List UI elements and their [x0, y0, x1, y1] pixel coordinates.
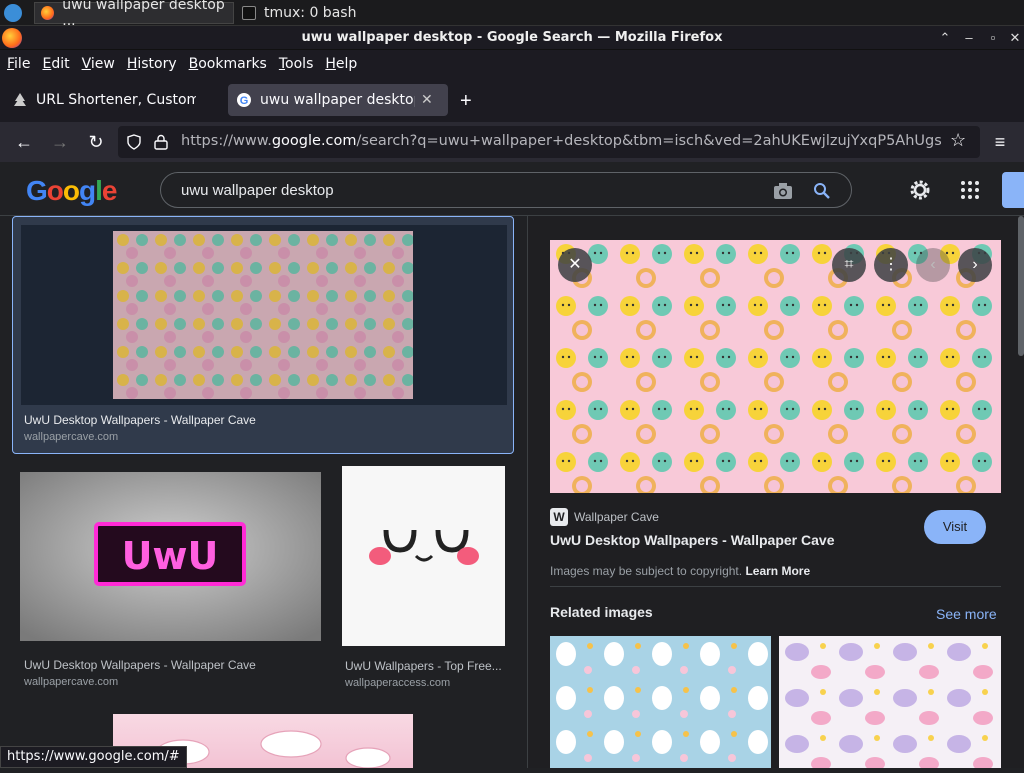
menu-tools[interactable]: Tools	[279, 56, 314, 72]
result-title[interactable]: UwU Desktop Wallpapers - Wallpaper Cave	[20, 658, 322, 672]
result-image-frame	[21, 225, 507, 405]
lens-search-icon[interactable]: ⌗	[832, 248, 866, 282]
menu-edit[interactable]: Edit	[42, 56, 69, 72]
gear-icon[interactable]	[908, 178, 932, 202]
tab-bar: URL Shortener, Custom Do G uwu wallpaper…	[0, 78, 1024, 122]
result-card[interactable]: UwU UwU Desktop Wallpapers - Wallpaper C…	[20, 472, 322, 688]
os-taskbar: uwu wallpaper desktop ... tmux: 0 bash	[0, 0, 1024, 29]
google-icon: G	[237, 93, 251, 107]
google-logo[interactable]: Google	[26, 175, 117, 207]
menu-view[interactable]: View	[82, 56, 115, 72]
window-titlebar: uwu wallpaper desktop - Google Search — …	[0, 26, 1024, 50]
window-title: uwu wallpaper desktop - Google Search — …	[301, 30, 723, 45]
menu-history[interactable]: History	[127, 56, 177, 72]
close-preview-button[interactable]: ✕	[558, 248, 592, 282]
search-icon[interactable]	[813, 182, 831, 200]
url-bar[interactable]: https://www.google.com/search?q=uwu+wall…	[118, 126, 980, 158]
next-image-button[interactable]: ›	[958, 248, 992, 282]
close-tab-icon[interactable]: ✕	[421, 92, 433, 108]
site-favicon: W	[550, 508, 568, 526]
result-card[interactable]: UwU Wallpapers - Top Free... wallpaperac…	[342, 466, 506, 689]
firefox-icon	[41, 6, 55, 20]
search-box[interactable]: uwu wallpaper desktop	[160, 172, 852, 208]
google-header: Google uwu wallpaper desktop	[0, 162, 1024, 216]
svg-text:G: G	[240, 95, 249, 107]
taskbar-item-terminal[interactable]: tmux: 0 bash	[236, 2, 432, 24]
back-button[interactable]: ←	[12, 130, 36, 154]
tab-label: uwu wallpaper desktop - Go	[260, 92, 415, 108]
result-source: wallpapercave.com	[24, 431, 119, 443]
menu-help[interactable]: Help	[325, 56, 357, 72]
status-bar: https://www.google.com/#	[0, 746, 187, 768]
tab-url-shortener[interactable]: URL Shortener, Custom Do	[4, 84, 224, 116]
taskbar-item-label: tmux: 0 bash	[264, 5, 357, 21]
see-more-link[interactable]: See more	[936, 606, 997, 622]
result-source: wallpaperaccess.com	[345, 677, 451, 689]
bookmark-star-icon[interactable]: ☆	[950, 130, 966, 151]
taskbar-item-firefox[interactable]: uwu wallpaper desktop ...	[34, 0, 234, 29]
neon-uwu-thumbnail[interactable]: UwU	[20, 472, 321, 641]
result-caption: UwU Desktop Wallpapers - Wallpaper Cave …	[24, 413, 504, 443]
url-text[interactable]: https://www.google.com/search?q=uwu+wall…	[181, 133, 941, 149]
preview-site-name[interactable]: Wallpaper Cave	[574, 510, 659, 524]
previous-image-button[interactable]: ‹	[916, 248, 950, 282]
lock-icon[interactable]	[154, 134, 168, 150]
hamburger-menu-icon[interactable]: ≡	[988, 130, 1012, 154]
svg-text:UwU: UwU	[122, 534, 219, 578]
more-options-icon[interactable]: ⋮	[874, 248, 908, 282]
result-title[interactable]: UwU Wallpapers - Top Free...	[342, 659, 506, 673]
result-title[interactable]: UwU Desktop Wallpapers - Wallpaper Cave	[24, 413, 504, 427]
uwu-face-thumbnail[interactable]	[342, 466, 505, 646]
copyright-notice: Images may be subject to copyright. Lear…	[550, 564, 810, 578]
apps-grid-icon[interactable]	[960, 180, 980, 200]
sign-in-button[interactable]	[1002, 172, 1024, 208]
related-image-2[interactable]	[779, 636, 1001, 768]
kawaii-pattern-thumbnail[interactable]	[113, 231, 413, 399]
close-window-button[interactable]: ✕	[1006, 29, 1024, 47]
launcher-icon[interactable]	[4, 4, 22, 22]
minimize-button[interactable]: –	[960, 29, 978, 47]
menu-file[interactable]: File	[7, 56, 30, 72]
menu-bookmarks[interactable]: Bookmarks	[189, 56, 267, 72]
learn-more-link[interactable]: Learn More	[745, 564, 810, 578]
divider	[550, 586, 1001, 587]
result-card-selected[interactable]: UwU Desktop Wallpapers - Wallpaper Cave …	[12, 216, 514, 454]
camera-icon[interactable]	[773, 182, 793, 200]
search-input[interactable]: uwu wallpaper desktop	[181, 182, 334, 199]
tab-google-search[interactable]: G uwu wallpaper desktop - Go ✕	[228, 84, 448, 116]
related-image-1[interactable]	[550, 636, 771, 768]
navigation-toolbar: ← → ↻ https://www.google.com/search?q=uw…	[0, 122, 1024, 162]
reload-button[interactable]: ↻	[84, 130, 108, 154]
new-tab-button[interactable]: +	[460, 90, 472, 113]
image-results: UwU Desktop Wallpapers - Wallpaper Cave …	[0, 216, 527, 769]
image-preview-panel: ✕ ⌗ ⋮ ‹ › W Wallpaper Cave UwU Desktop W…	[527, 216, 1024, 768]
scrollbar[interactable]	[1018, 216, 1024, 356]
shield-icon[interactable]	[126, 134, 142, 150]
copyright-text: Images may be subject to copyright.	[550, 564, 743, 578]
related-images-heading: Related images	[550, 604, 653, 620]
taskbar-item-label: uwu wallpaper desktop ...	[62, 0, 225, 29]
visit-button[interactable]: Visit	[924, 510, 986, 544]
chevron-up-icon[interactable]: ⌃	[936, 29, 954, 47]
maximize-button[interactable]: ▫	[984, 29, 1002, 47]
terminal-icon	[242, 6, 256, 20]
tab-label: URL Shortener, Custom Do	[36, 92, 196, 108]
forward-button[interactable]: →	[48, 130, 72, 154]
tree-icon	[14, 93, 26, 106]
result-source: wallpapercave.com	[24, 676, 119, 688]
menu-bar: File Edit View History Bookmarks Tools H…	[0, 50, 1024, 78]
preview-title[interactable]: UwU Desktop Wallpapers - Wallpaper Cave	[550, 532, 834, 548]
